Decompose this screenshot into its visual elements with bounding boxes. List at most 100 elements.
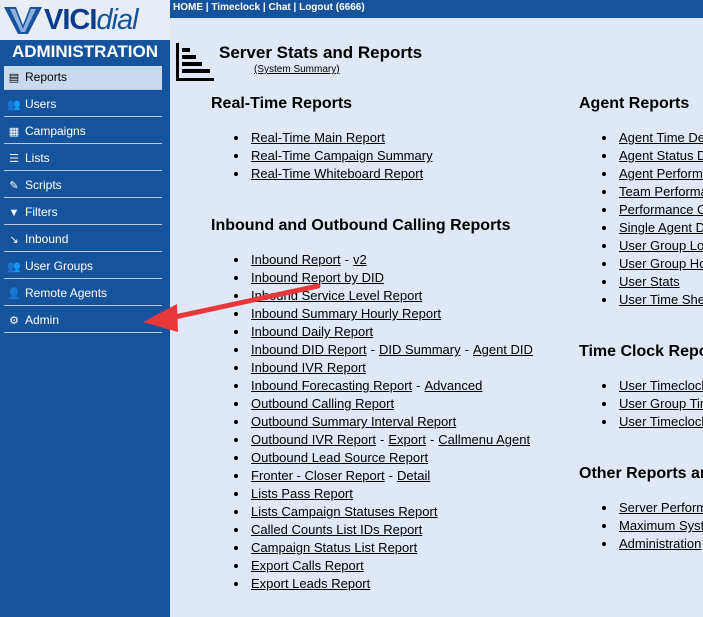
- sidebar-item-label: Admin: [25, 313, 60, 327]
- list-item: Real-Time Campaign Summary: [234, 147, 433, 165]
- realtime-whiteboard-report-link[interactable]: Real-Time Whiteboard Report: [251, 166, 423, 181]
- inbound-report-link[interactable]: Inbound Report: [251, 252, 341, 267]
- list-item: Agent Status D: [602, 147, 703, 165]
- performance-c-link[interactable]: Performance C: [619, 202, 703, 217]
- fronter-closer-report-link[interactable]: Fronter - Closer Report: [251, 468, 385, 483]
- maximum-syst-link[interactable]: Maximum Syst: [619, 518, 703, 533]
- list-item: Lists Campaign Statuses Report: [234, 503, 533, 521]
- outbound-summary-interval-report-link[interactable]: Outbound Summary Interval Report: [251, 414, 456, 429]
- user-group-lo-link[interactable]: User Group Lo: [619, 238, 703, 253]
- sidebar-item-reports[interactable]: ▤ Reports: [4, 66, 162, 90]
- inbound-daily-report-link[interactable]: Inbound Daily Report: [251, 324, 373, 339]
- list-item: Outbound Lead Source Report: [234, 449, 533, 467]
- sidebar-item-user-groups[interactable]: 👥 User Groups: [4, 255, 162, 279]
- sidebar-item-lists[interactable]: ☰ Lists: [4, 147, 162, 171]
- gear-icon: ⚙: [9, 315, 19, 327]
- advanced-link[interactable]: Advanced: [425, 378, 483, 393]
- chat-link[interactable]: Chat: [268, 2, 290, 13]
- list-item: Outbound Summary Interval Report: [234, 413, 533, 431]
- nav-separator: |: [293, 2, 297, 13]
- list-item: Agent Perform: [602, 165, 703, 183]
- inbound-summary-hourly-report-link[interactable]: Inbound Summary Hourly Report: [251, 306, 441, 321]
- user-timeclock-link[interactable]: User Timeclock: [619, 378, 703, 393]
- callmenu-agent-link[interactable]: Callmenu Agent: [438, 432, 530, 447]
- user-stats-link[interactable]: User Stats: [619, 274, 680, 289]
- agent-reports-list: Agent Time De Agent Status D Agent Perform…: [602, 129, 703, 309]
- timeclock-link[interactable]: Timeclock: [211, 2, 260, 13]
- logout-link[interactable]: Logout (6666): [299, 2, 365, 13]
- campaign-status-list-report-link[interactable]: Campaign Status List Report: [251, 540, 417, 555]
- sidebar-item-label: User Groups: [25, 259, 94, 273]
- sidebar-item-label: Remote Agents: [25, 286, 108, 300]
- called-counts-list-ids-report-link[interactable]: Called Counts List IDs Report: [251, 522, 422, 537]
- nav-separator: |: [262, 2, 266, 13]
- user-group-ho-link[interactable]: User Group Ho: [619, 256, 703, 271]
- inbound-service-level-report-link[interactable]: Inbound Service Level Report: [251, 288, 422, 303]
- user-timeclock-link[interactable]: User Timeclock: [619, 414, 703, 429]
- list-item: Called Counts List IDs Report: [234, 521, 533, 539]
- agent-perform-link[interactable]: Agent Perform: [619, 166, 703, 181]
- list-item: Server Perform: [601, 499, 703, 517]
- home-link[interactable]: HOME: [173, 2, 203, 13]
- agent-reports-heading: Agent Reports: [579, 95, 690, 112]
- outbound-ivr-report-link[interactable]: Outbound IVR Report: [251, 432, 376, 447]
- vicidial-logo[interactable]: VICIdial: [0, 0, 170, 40]
- calling-reports-heading: Inbound and Outbound Calling Reports: [211, 217, 511, 234]
- time-clock-reports-list: User Timeclock User Group Tim User Timeclo…: [602, 377, 703, 431]
- administration-link[interactable]: Administration: [619, 536, 701, 551]
- list-item: Inbound Forecasting Report - Advanced: [234, 377, 533, 395]
- user-group-tim-link[interactable]: User Group Tim: [619, 396, 703, 411]
- inbound-forecasting-report-link[interactable]: Inbound Forecasting Report: [251, 378, 412, 393]
- v2-link[interactable]: v2: [353, 252, 367, 267]
- inbound-did-report-link[interactable]: Inbound DID Report: [251, 342, 367, 357]
- list-item: Inbound Service Level Report: [234, 287, 533, 305]
- team-performa-link[interactable]: Team Performa: [619, 184, 703, 199]
- outbound-lead-source-report-link[interactable]: Outbound Lead Source Report: [251, 450, 428, 465]
- top-navigation: HOME | Timeclock | Chat | Logout (6666): [173, 2, 365, 14]
- list-item: Inbound IVR Report: [234, 359, 533, 377]
- did-summary-link[interactable]: DID Summary: [379, 342, 461, 357]
- sidebar-item-filters[interactable]: ▼ Filters: [4, 201, 162, 225]
- inbound-report-by-did-link[interactable]: Inbound Report by DID: [251, 270, 384, 285]
- sidebar-item-label: Inbound: [25, 232, 69, 246]
- list-item: Single Agent D: [602, 219, 703, 237]
- phone-inbound-icon: ↘: [9, 234, 19, 246]
- realtime-main-report-link[interactable]: Real-Time Main Report: [251, 130, 385, 145]
- server-perform-link[interactable]: Server Perform: [619, 500, 703, 515]
- list-icon: ☰: [9, 153, 19, 165]
- time-clock-reports-heading: Time Clock Repo: [579, 343, 703, 360]
- sidebar-item-label: Users: [25, 97, 57, 111]
- system-summary-link[interactable]: (System Summary): [254, 64, 340, 76]
- sidebar-item-admin[interactable]: ⚙ Admin: [4, 309, 162, 333]
- list-item: User Group Ho: [602, 255, 703, 273]
- realtime-campaign-summary-link[interactable]: Real-Time Campaign Summary: [251, 148, 433, 163]
- sidebar-item-campaigns[interactable]: ▦ Campaigns: [4, 120, 162, 144]
- lists-campaign-statuses-report-link[interactable]: Lists Campaign Statuses Report: [251, 504, 437, 519]
- user-time-she-link[interactable]: User Time She: [619, 292, 703, 307]
- inbound-ivr-report-link[interactable]: Inbound IVR Report: [251, 360, 366, 375]
- agent-time-de-link[interactable]: Agent Time De: [619, 130, 703, 145]
- link-separator: -: [464, 342, 469, 357]
- detail-link[interactable]: Detail: [397, 468, 430, 483]
- outbound-calling-report-link[interactable]: Outbound Calling Report: [251, 396, 394, 411]
- sidebar: VICIdial ADMINISTRATION ▤ Reports 👥 Users …: [0, 0, 170, 617]
- sidebar-item-users[interactable]: 👥 Users: [4, 93, 162, 117]
- link-separator: -: [416, 378, 421, 393]
- single-agent-d-link[interactable]: Single Agent D: [619, 220, 703, 235]
- export-leads-report-link[interactable]: Export Leads Report: [251, 576, 370, 591]
- list-item: Inbound Daily Report: [234, 323, 533, 341]
- page-title: Server Stats and Reports: [219, 43, 423, 62]
- top-bar: HOME | Timeclock | Chat | Logout (6666): [170, 0, 703, 18]
- list-item: Inbound DID Report - DID Summary - Agent DID: [234, 341, 533, 359]
- list-item: Inbound Report by DID: [234, 269, 533, 287]
- export-link[interactable]: Export: [388, 432, 426, 447]
- agent-status-d-link[interactable]: Agent Status D: [619, 148, 703, 163]
- lists-pass-report-link[interactable]: Lists Pass Report: [251, 486, 353, 501]
- sidebar-item-inbound[interactable]: ↘ Inbound: [4, 228, 162, 252]
- export-calls-report-link[interactable]: Export Calls Report: [251, 558, 364, 573]
- agent-did-link[interactable]: Agent DID: [473, 342, 533, 357]
- main-content: Server Stats and Reports (System Summary…: [170, 18, 703, 617]
- sidebar-item-remote-agents[interactable]: 👤 Remote Agents: [4, 282, 162, 306]
- link-separator: -: [370, 342, 375, 357]
- sidebar-item-scripts[interactable]: ✎ Scripts: [4, 174, 162, 198]
